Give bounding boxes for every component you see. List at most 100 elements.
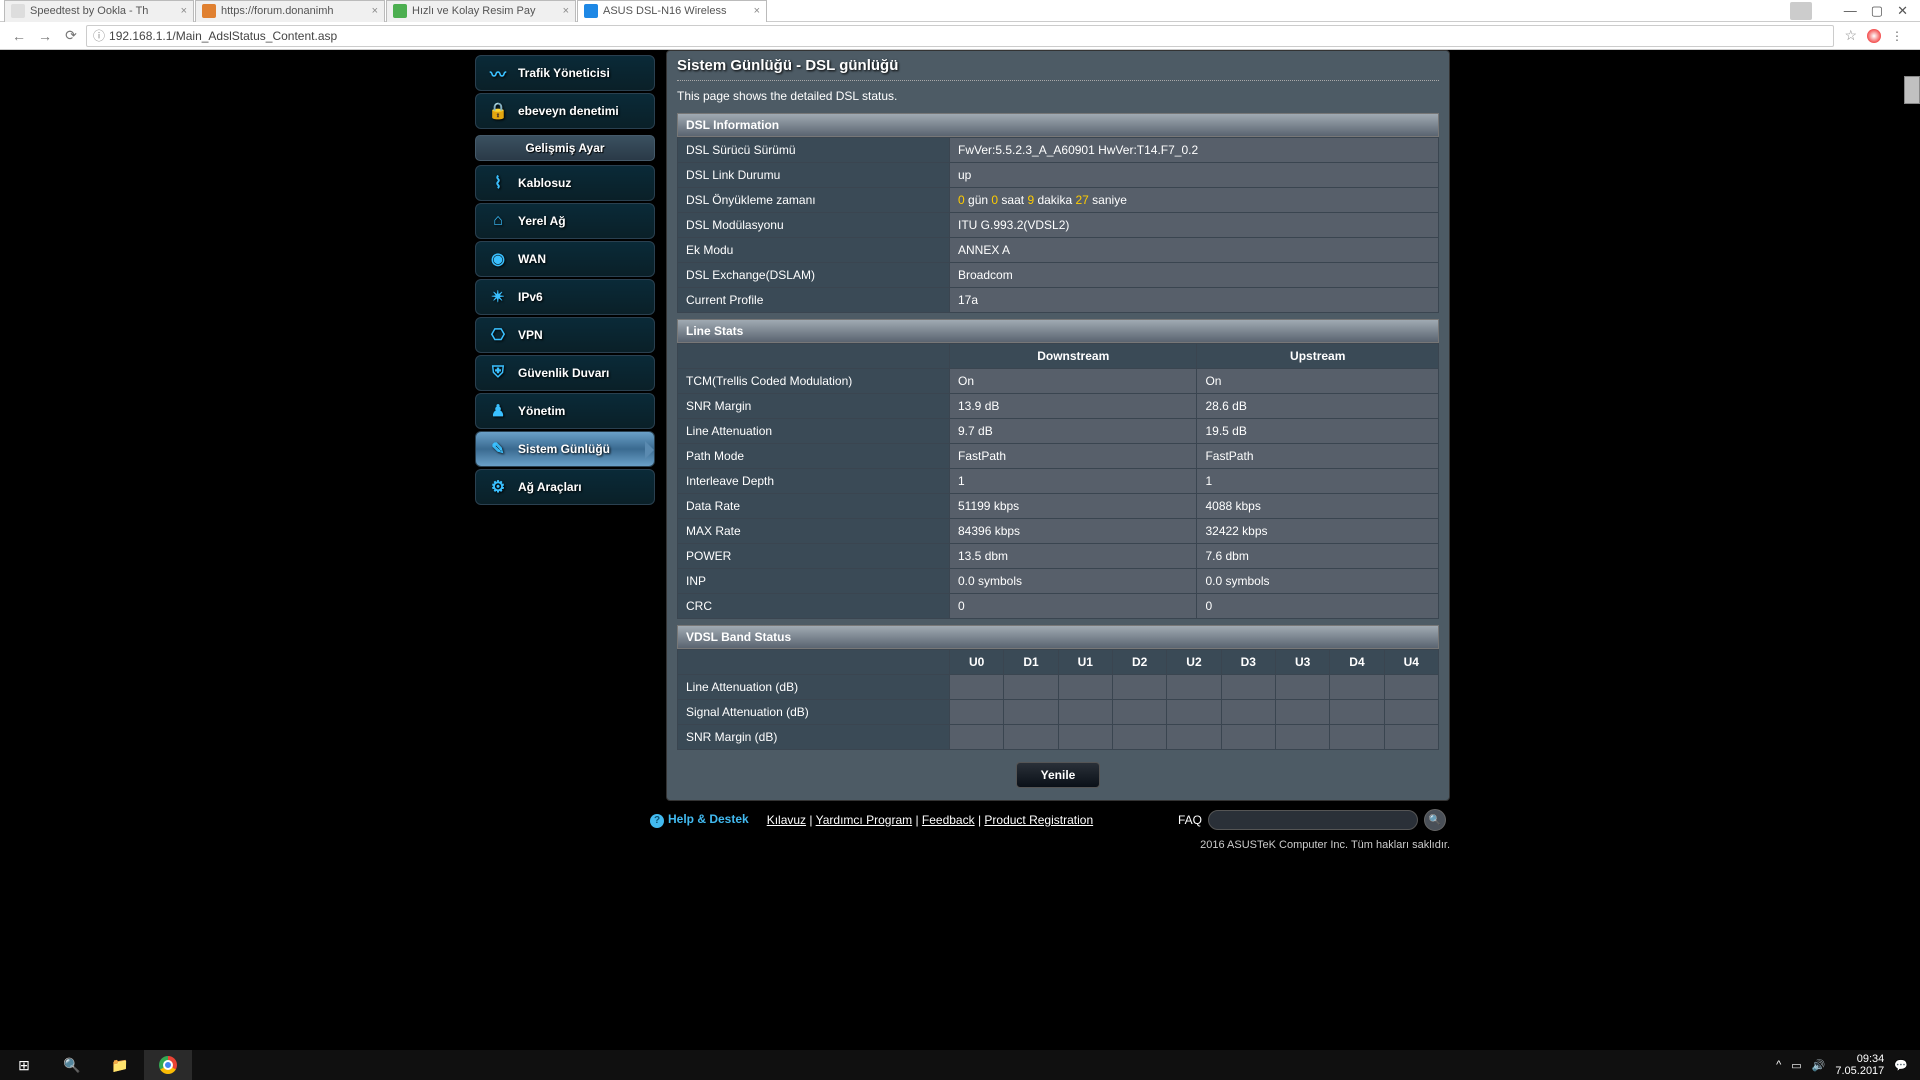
scrollbar-thumb[interactable] (1904, 76, 1920, 104)
tab-label: ASUS DSL-N16 Wireless (603, 5, 750, 17)
footer-link[interactable]: Feedback (922, 813, 975, 827)
sidebar-item[interactable]: 🔒ebeveyn denetimi (475, 93, 655, 129)
tab-close-icon[interactable]: × (754, 5, 760, 17)
sidebar-item-active[interactable]: ✎Sistem Günlüğü (475, 431, 655, 467)
cell (1330, 675, 1384, 700)
sidebar-item[interactable]: ♟Yönetim (475, 393, 655, 429)
sidebar-item[interactable]: ⌂Yerel Ağ (475, 203, 655, 239)
user-icon[interactable] (1790, 2, 1812, 20)
start-button[interactable]: ⊞ (0, 1050, 48, 1080)
table-row: Signal Attenuation (dB) (678, 700, 1439, 725)
cell (1384, 675, 1438, 700)
browser-tab[interactable]: https://forum.donanimh× (195, 0, 385, 22)
cell (1167, 675, 1221, 700)
search-button[interactable]: 🔍 (1424, 809, 1446, 831)
sidebar-item[interactable]: ⎔ VPN (475, 317, 655, 353)
tab-close-icon[interactable]: × (563, 5, 569, 17)
system-tray: ^ ▭ 🔊 09:34 7.05.2017 💬 (1776, 1053, 1920, 1077)
bookmark-icon[interactable]: ☆ (1844, 27, 1857, 44)
row-label: DSL Exchange(DSLAM) (678, 263, 950, 288)
page-viewport: 〰Trafik Yöneticisi🔒ebeveyn denetimi Geli… (0, 50, 1920, 1050)
col-header: D3 (1221, 650, 1275, 675)
cell (1384, 700, 1438, 725)
table-row: DSL Önyükleme zamanı0 gün 0 saat 9 dakik… (678, 188, 1439, 213)
back-button[interactable]: ← (8, 25, 30, 47)
col-header (678, 650, 950, 675)
volume-icon[interactable]: 🔊 (1812, 1059, 1826, 1072)
menu-icon[interactable]: ⋮ (1891, 29, 1902, 43)
search-button[interactable]: 🔍 (48, 1050, 96, 1080)
footer-link[interactable]: Yardımcı Program (816, 813, 912, 827)
address-bar[interactable]: ⓘ 192.168.1.1/Main_AdslStatus_Content.as… (86, 25, 1834, 47)
refresh-button[interactable]: Yenile (1016, 762, 1101, 788)
tab-label: Hızlı ve Kolay Resim Pay (412, 5, 559, 17)
extension-icon[interactable] (1867, 29, 1881, 43)
sidebar-item[interactable]: 〰Trafik Yöneticisi (475, 55, 655, 91)
row-label: Line Attenuation (678, 419, 950, 444)
table-row: DSL ModülasyonuITU G.993.2(VDSL2) (678, 213, 1439, 238)
line-stats-table: DownstreamUpstreamTCM(Trellis Coded Modu… (677, 343, 1439, 619)
minimize-icon[interactable]: — (1844, 3, 1857, 18)
cell (1004, 700, 1058, 725)
explorer-button[interactable]: 📁 (96, 1050, 144, 1080)
footer-link[interactable]: Product Registration (984, 813, 1093, 827)
cell (1004, 675, 1058, 700)
nav-icon: ⎔ (486, 323, 510, 347)
browser-tab[interactable]: Hızlı ve Kolay Resim Pay × (386, 0, 576, 22)
cell (1221, 725, 1275, 750)
close-icon[interactable]: ✕ (1897, 3, 1908, 19)
nav-icon: ♟ (486, 399, 510, 423)
help-link[interactable]: ?Help & Destek (650, 812, 749, 828)
copyright: 2016 ASUSTeK Computer Inc. Tüm hakları s… (470, 835, 1450, 861)
sidebar-item[interactable]: ⌇Kablosuz (475, 165, 655, 201)
table-row: DSL Sürücü SürümüFwVer:5.5.2.3_A_A60901 … (678, 138, 1439, 163)
col-header: D1 (1004, 650, 1058, 675)
row-label: Interleave Depth (678, 469, 950, 494)
search-input[interactable] (1208, 810, 1418, 830)
sidebar-section-header: Gelişmiş Ayar (475, 135, 655, 161)
footer-link[interactable]: Kılavuz (767, 813, 806, 827)
page-description: This page shows the detailed DSL status. (677, 89, 1439, 103)
row-value: Broadcom (950, 263, 1439, 288)
chrome-button[interactable] (144, 1050, 192, 1080)
row-label: DSL Sürücü Sürümü (678, 138, 950, 163)
favicon-icon (202, 4, 216, 18)
forward-button[interactable]: → (34, 25, 56, 47)
tray-chevron-icon[interactable]: ^ (1776, 1059, 1781, 1071)
cell (1167, 700, 1221, 725)
col-header: U0 (950, 650, 1004, 675)
nav-icon: ✴ (486, 285, 510, 309)
maximize-icon[interactable]: ▢ (1871, 3, 1883, 19)
browser-tab[interactable]: Speedtest by Ookla - Th× (4, 0, 194, 22)
site-info-icon[interactable]: ⓘ (93, 27, 105, 44)
nav-label: VPN (518, 328, 543, 342)
tab-close-icon[interactable]: × (181, 5, 187, 17)
sidebar-item[interactable]: ◉WAN (475, 241, 655, 277)
cell (1275, 725, 1329, 750)
time-text: 09:34 (1835, 1053, 1884, 1065)
table-row: Ek ModuANNEX A (678, 238, 1439, 263)
cell-upstream: FastPath (1197, 444, 1439, 469)
row-label: DSL Modülasyonu (678, 213, 950, 238)
clock[interactable]: 09:34 7.05.2017 (1835, 1053, 1884, 1077)
network-icon[interactable]: ▭ (1791, 1059, 1801, 1072)
line-stats-header: Line Stats (677, 319, 1439, 343)
cell-downstream: 9.7 dB (950, 419, 1197, 444)
reload-button[interactable]: ⟳ (60, 25, 82, 47)
tab-close-icon[interactable]: × (372, 5, 378, 17)
cell (1058, 700, 1112, 725)
notifications-icon[interactable]: 💬 (1894, 1059, 1908, 1072)
sidebar-item[interactable]: ⚙Ağ Araçları (475, 469, 655, 505)
sidebar-item[interactable]: ⛨Güvenlik Duvarı (475, 355, 655, 391)
table-row: SNR Margin (dB) (678, 725, 1439, 750)
nav-icon: ⌇ (486, 171, 510, 195)
col-header: Downstream (950, 344, 1197, 369)
table-row: Current Profile17a (678, 288, 1439, 313)
sidebar-item[interactable]: ✴IPv6 (475, 279, 655, 315)
table-row: Interleave Depth11 (678, 469, 1439, 494)
footer-links: Kılavuz | Yardımcı Program | Feedback | … (767, 813, 1093, 827)
browser-tab-active[interactable]: ASUS DSL-N16 Wireless × (577, 0, 767, 22)
cell-downstream: 84396 kbps (950, 519, 1197, 544)
chrome-icon (159, 1056, 177, 1074)
cell (1384, 725, 1438, 750)
